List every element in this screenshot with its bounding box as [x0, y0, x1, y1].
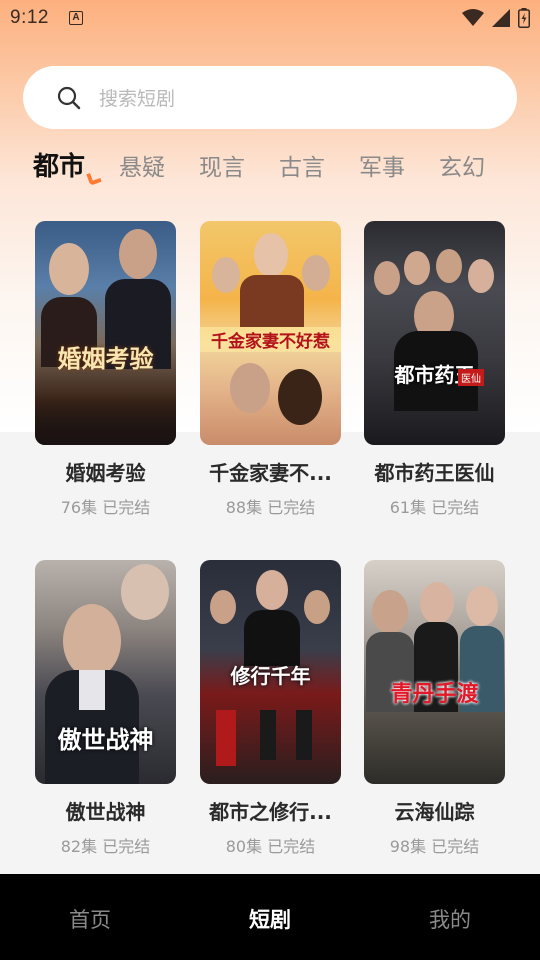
episode-count: 61集 [389, 498, 427, 517]
signal-icon [492, 9, 510, 27]
drama-meta: 76集 已完结 [35, 494, 176, 518]
tab-xianyan[interactable]: 现言 [199, 148, 245, 182]
drama-poster[interactable]: 千金家妻不好惹 [200, 221, 341, 445]
bottom-nav: 首页 短剧 我的 [0, 874, 540, 960]
status-time: 9:12 [10, 7, 49, 28]
tab-junshi[interactable]: 军事 [359, 148, 405, 182]
drama-card[interactable]: 傲世战神 傲世战神 82集 已完结 [35, 560, 176, 857]
episode-count: 76集 [60, 498, 98, 517]
drama-card[interactable]: 婚姻考验 婚姻考验 76集 已完结 [35, 221, 176, 518]
tab-xuanhuan[interactable]: 玄幻 [439, 148, 485, 182]
active-tab-indicator [86, 170, 102, 186]
status-label: 已完结 [102, 498, 151, 517]
status-label: 已完结 [431, 498, 480, 517]
tab-guyan[interactable]: 古言 [279, 148, 325, 182]
tab-dushi[interactable]: 都市 [33, 146, 85, 183]
drama-meta: 80集 已完结 [200, 833, 341, 857]
poster-title: 千金家妻不好惹 [200, 327, 341, 352]
search-placeholder: 搜索短剧 [99, 88, 176, 110]
search-bar[interactable]: 搜索短剧 [23, 66, 517, 129]
drama-meta: 88集 已完结 [200, 494, 341, 518]
drama-poster[interactable]: 都市药王 医仙 [364, 221, 505, 445]
tab-xuanyi[interactable]: 悬疑 [119, 148, 165, 182]
drama-poster[interactable]: 修行千年 [200, 560, 341, 784]
poster-title: 修行千年 [230, 664, 311, 688]
poster-badge: 医仙 [458, 369, 484, 386]
drama-title: 都市之修行... [209, 800, 332, 824]
episode-count: 98集 [389, 837, 427, 856]
drama-poster[interactable]: 婚姻考验 [35, 221, 176, 445]
status-label: 已完结 [431, 837, 480, 856]
poster-title: 婚姻考验 [57, 344, 154, 373]
drama-card[interactable]: 修行千年 都市之修行... 80集 已完结 [200, 560, 341, 857]
drama-meta: 98集 已完结 [364, 833, 505, 857]
drama-card[interactable]: 千金家妻不好惹 千金家妻不... 88集 已完结 [200, 221, 341, 518]
drama-poster[interactable]: 傲世战神 [35, 560, 176, 784]
status-label: 已完结 [267, 837, 316, 856]
notification-icon: A [68, 11, 83, 25]
nav-short-drama[interactable]: 短剧 [180, 874, 360, 934]
poster-title: 青丹手渡 [390, 681, 479, 707]
status-label: 已完结 [102, 837, 151, 856]
episode-count: 82集 [60, 837, 98, 856]
drama-title: 千金家妻不... [209, 461, 332, 485]
status-bar: 9:12 A [0, 0, 540, 36]
drama-title: 都市药王医仙 [374, 461, 495, 485]
poster-title: 傲世战神 [57, 725, 154, 754]
drama-title: 云海仙踪 [394, 800, 475, 824]
drama-card[interactable]: 青丹手渡 云海仙踪 98集 已完结 [364, 560, 505, 857]
battery-icon [518, 8, 530, 28]
search-icon [57, 86, 81, 109]
wifi-icon [462, 9, 484, 26]
episode-count: 80集 [225, 837, 263, 856]
nav-home[interactable]: 首页 [0, 874, 180, 934]
nav-mine[interactable]: 我的 [360, 874, 540, 934]
category-tabs: 都市 悬疑 现言 古言 军事 玄幻 [0, 140, 540, 190]
drama-poster[interactable]: 青丹手渡 [364, 560, 505, 784]
episode-count: 88集 [225, 498, 263, 517]
drama-title: 傲世战神 [65, 800, 146, 824]
drama-meta: 82集 已完结 [35, 833, 176, 857]
drama-meta: 61集 已完结 [364, 494, 505, 518]
drama-title: 婚姻考验 [65, 461, 146, 485]
status-label: 已完结 [267, 498, 316, 517]
drama-card[interactable]: 都市药王 医仙 都市药王医仙 61集 已完结 [364, 221, 505, 518]
